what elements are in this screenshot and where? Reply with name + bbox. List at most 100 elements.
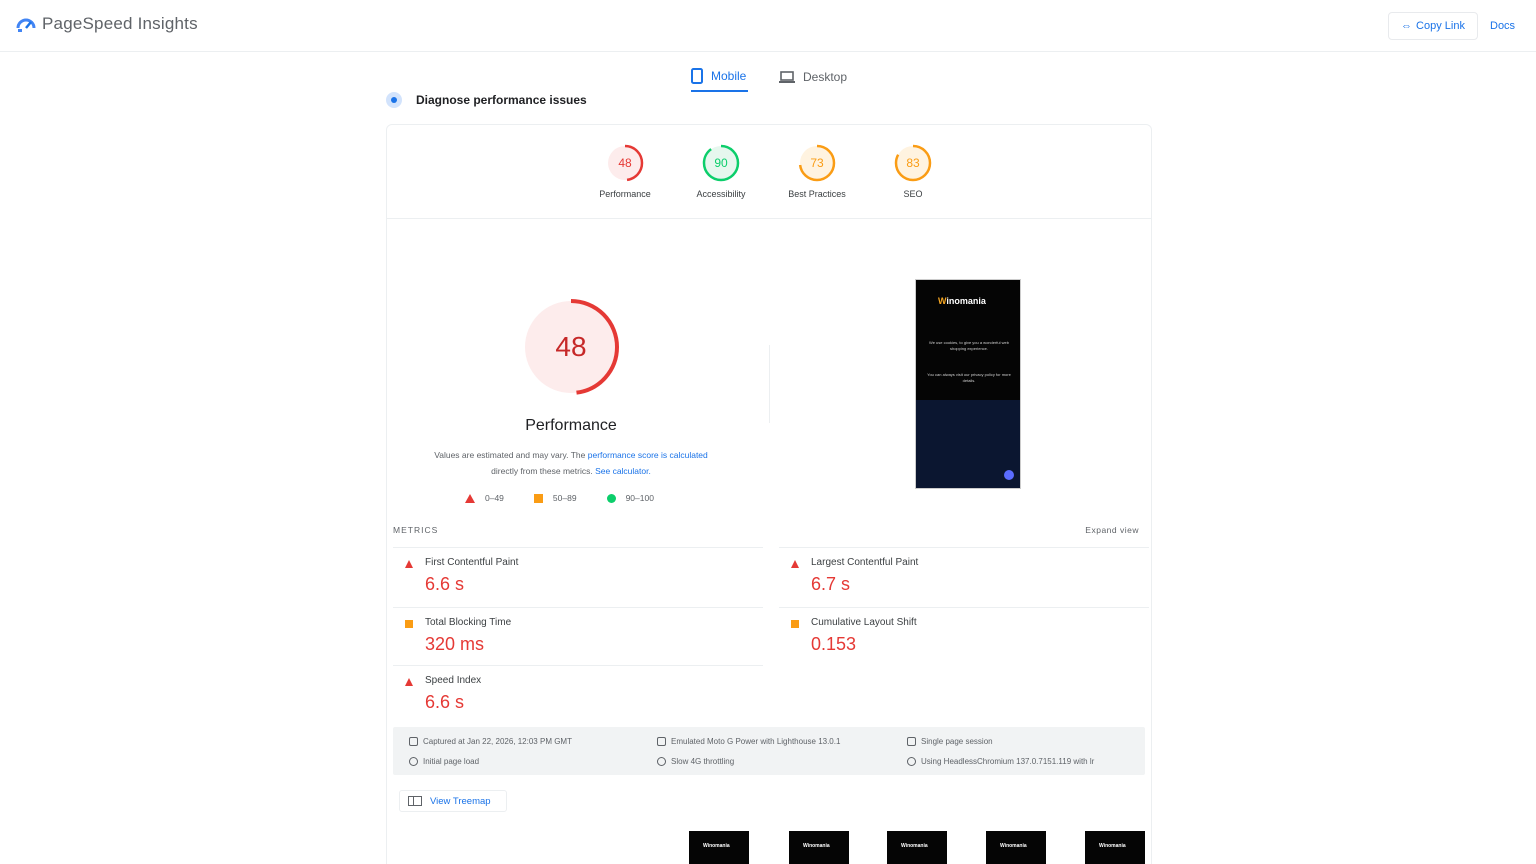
- legend-average-label: 50–89: [552, 493, 577, 503]
- filmstrip-thumb: Winomania: [1085, 831, 1145, 864]
- run-info-strip: Captured at Jan 22, 2026, 12:03 PM GMT I…: [393, 727, 1145, 775]
- metric-cls: Cumulative Layout Shift 0.153: [779, 607, 1149, 665]
- triangle-icon: [791, 560, 799, 568]
- metric-cls-value: 0.153: [811, 634, 857, 654]
- filmstrip-thumb: Winomania: [689, 831, 749, 864]
- performance-score-link[interactable]: performance score is calculated: [588, 450, 708, 460]
- laptop-icon: [779, 71, 795, 83]
- expand-view-button[interactable]: Expand view: [1085, 525, 1139, 535]
- info-device-text: Emulated Moto G Power with Lighthouse 13…: [671, 737, 841, 746]
- info-session-text: Single page session: [921, 737, 993, 746]
- docs-link[interactable]: Docs: [1490, 20, 1515, 32]
- report-card: 48 Performance 90 Accessibility 73 Best …: [386, 124, 1152, 864]
- metric-fcp-name: First Contentful Paint: [425, 557, 519, 568]
- info-throttle[interactable]: Slow 4G throttling: [657, 757, 734, 766]
- square-icon: [533, 493, 543, 503]
- gauge-performance[interactable]: 48 Performance: [580, 143, 670, 199]
- filmstrip-thumb: Winomania: [887, 831, 947, 864]
- circle-icon: [606, 493, 616, 503]
- thumb-logo: Winomania: [703, 843, 730, 849]
- legend-good-label: 90–100: [625, 493, 654, 503]
- tab-desktop[interactable]: Desktop: [779, 62, 847, 92]
- info-load: Initial page load: [409, 757, 479, 766]
- info-browser-text: Using HeadlessChromium 137.0.7151.119 wi…: [921, 757, 1095, 766]
- desc-prefix: Values are estimated and may vary. The: [434, 450, 588, 460]
- copy-link-button[interactable]: ⇔ Copy Link: [1388, 12, 1478, 40]
- performance-description: Values are estimated and may vary. The p…: [423, 447, 719, 479]
- browser-icon: [907, 757, 916, 766]
- tab-mobile[interactable]: Mobile: [691, 62, 749, 92]
- info-session: Single page session: [907, 737, 993, 746]
- gauge-accessibility-label: Accessibility: [696, 189, 746, 199]
- gauge-seo-ring: 83: [894, 144, 932, 182]
- device-icon: [657, 737, 666, 746]
- gauge-seo[interactable]: 83 SEO: [868, 143, 958, 199]
- performance-big-gauge: 48: [523, 299, 619, 395]
- top-bar: PageSpeed Insights ⇔ Copy Link Docs: [0, 0, 1536, 52]
- info-load-text: Initial page load: [423, 757, 480, 766]
- performance-title: Performance: [525, 417, 617, 434]
- gauge-performance-value: 48: [618, 156, 632, 170]
- metric-lcp: Largest Contentful Paint 6.7 s: [779, 547, 1149, 605]
- metric-fcp-value: 6.6 s: [425, 574, 465, 594]
- gauge-best-practices-value: 73: [810, 156, 824, 170]
- gauge-accessibility-value: 90: [714, 156, 728, 170]
- metric-si-value: 6.6 s: [425, 692, 465, 712]
- metric-tbt: Total Blocking Time 320 ms: [393, 607, 763, 665]
- screenshot-logo: Winomania: [938, 296, 986, 306]
- see-calculator-link[interactable]: See calculator.: [595, 466, 651, 476]
- gauge-accessibility-ring: 90: [702, 144, 740, 182]
- brand[interactable]: PageSpeed Insights: [16, 14, 198, 34]
- info-browser[interactable]: Using HeadlessChromium 137.0.7151.119 wi…: [907, 757, 1094, 766]
- brand-name: PageSpeed Insights: [42, 14, 198, 33]
- gauge-performance-label: Performance: [599, 189, 651, 199]
- phone-icon: [691, 68, 703, 84]
- performance-big-score: 48: [555, 331, 586, 362]
- thumb-logo: Winomania: [1099, 843, 1126, 849]
- gauge-best-practices-ring: 73: [798, 144, 836, 182]
- filmstrip-thumb: Winomania: [789, 831, 849, 864]
- square-icon: [405, 620, 413, 628]
- view-treemap-button[interactable]: View Treemap: [399, 790, 507, 812]
- legend-poor-label: 0–49: [485, 493, 504, 503]
- triangle-icon: [465, 493, 475, 503]
- view-treemap-label: View Treemap: [430, 795, 491, 807]
- info-captured-text: Captured at Jan 22, 2026, 12:03 PM GMT: [423, 737, 572, 746]
- gauge-performance-ring: 48: [606, 144, 644, 182]
- metric-fcp: First Contentful Paint 6.6 s: [393, 547, 763, 605]
- gauge-best-practices[interactable]: 73 Best Practices: [772, 143, 862, 199]
- tab-desktop-label: Desktop: [803, 70, 848, 84]
- metric-lcp-value: 6.7 s: [811, 574, 851, 594]
- info-captured: Captured at Jan 22, 2026, 12:03 PM GMT: [409, 737, 572, 746]
- metrics-label: METRICS: [393, 525, 439, 535]
- treemap-icon: [408, 796, 422, 806]
- triangle-icon: [405, 678, 413, 686]
- calendar-icon: [409, 737, 418, 746]
- gauge-seo-value: 83: [906, 156, 920, 170]
- user-icon: [907, 737, 916, 746]
- metric-si-name: Speed Index: [425, 675, 482, 686]
- pagespeed-logo-icon: [16, 18, 36, 32]
- metric-cls-name: Cumulative Layout Shift: [811, 617, 917, 628]
- timer-icon: [409, 757, 418, 766]
- score-gauges-row: 48 Performance 90 Accessibility 73 Best …: [387, 125, 1151, 219]
- diagnose-title: Diagnose performance issues: [416, 93, 587, 107]
- gauge-accessibility[interactable]: 90 Accessibility: [676, 143, 766, 199]
- gauge-seo-label: SEO: [903, 189, 923, 199]
- diagnose-dot-icon: [386, 92, 402, 108]
- metric-tbt-value: 320 ms: [425, 634, 485, 654]
- wifi-icon: [657, 757, 666, 766]
- screenshot-chat-icon: [1004, 470, 1014, 480]
- legend-average: 50–89: [533, 493, 577, 503]
- info-throttle-text: Slow 4G throttling: [671, 757, 735, 766]
- filmstrip-thumb: Winomania: [986, 831, 1046, 864]
- square-icon: [791, 620, 799, 628]
- final-screenshot: Winomania We use cookies, to give you a …: [915, 279, 1021, 489]
- thumb-logo: Winomania: [803, 843, 830, 849]
- legend-poor: 0–49: [465, 493, 504, 503]
- metric-tbt-name: Total Blocking Time: [425, 617, 512, 628]
- vertical-divider: [769, 345, 770, 423]
- desc-middle: directly from these metrics.: [491, 466, 596, 476]
- info-device[interactable]: Emulated Moto G Power with Lighthouse 13…: [657, 737, 840, 746]
- link-icon: ⇔: [1401, 20, 1413, 32]
